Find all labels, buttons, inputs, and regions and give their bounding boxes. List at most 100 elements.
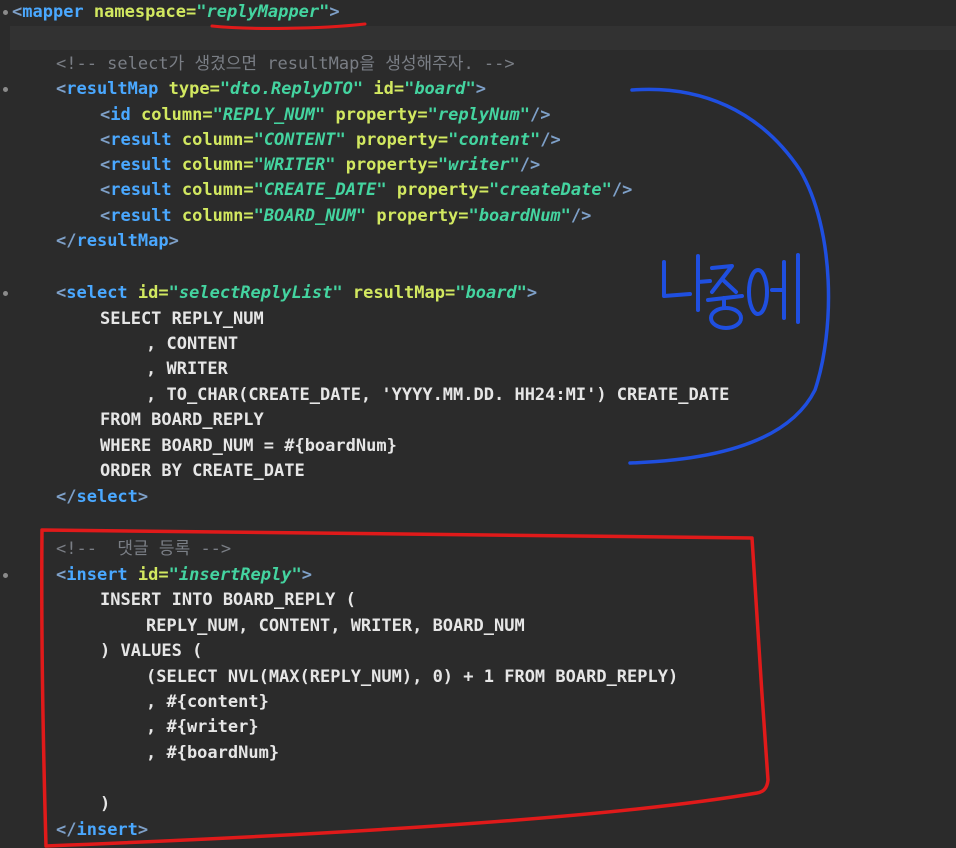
token-eq: =	[243, 155, 254, 175]
token-attr: column	[171, 180, 244, 200]
code-line-resultmap-close[interactable]: </resultMap>	[56, 229, 179, 254]
token-tag: result	[110, 155, 172, 175]
token-attr: property	[386, 180, 479, 200]
token-val: "WRITER"	[253, 155, 336, 175]
code-line-sql-p-boardnum[interactable]: , #{boardNum}	[146, 741, 279, 766]
token-sql: FROM BOARD_REPLY	[100, 410, 264, 430]
token-sql: WHERE BOARD_NUM = #{boardNum}	[100, 436, 397, 456]
code-line-sql-insert[interactable]: INSERT INTO BOARD_REPLY (	[100, 588, 356, 613]
code-line-id-line[interactable]: <id column="REPLY_NUM" property="replyNu…	[100, 103, 550, 128]
token-bracket: >	[137, 487, 149, 507]
token-val: "REPLY_NUM"	[212, 105, 326, 125]
token-eq: =	[186, 2, 197, 22]
code-line-select-open[interactable]: <select id="selectReplyList" resultMap="…	[56, 281, 537, 306]
token-attr: type	[158, 79, 210, 99]
token-val: "replyMapper"	[196, 2, 330, 22]
token-comment: <!-- select가 생겼으면 resultMap을 생성해주자. -->	[56, 54, 515, 74]
code-line-select-close[interactable]: </select>	[56, 485, 148, 510]
token-tag: result	[110, 180, 172, 200]
token-sql: SELECT REPLY_NUM	[100, 309, 264, 329]
token-bracket: >	[301, 565, 312, 585]
code-line-sql-values[interactable]: ) VALUES (	[100, 639, 202, 664]
token-sql: , CONTENT	[146, 334, 239, 354]
token-tag: resultMap	[76, 231, 169, 251]
token-val: "board"	[404, 79, 476, 99]
fold-marker-icon[interactable]	[3, 573, 8, 578]
token-bracket: <	[100, 105, 111, 125]
token-sql: , TO_CHAR(CREATE_DATE, 'YYYY.MM.DD. HH24…	[146, 385, 730, 405]
token-bracket: />	[611, 180, 633, 200]
token-bracket: </	[56, 487, 77, 507]
token-sql: , #{boardNum}	[146, 743, 280, 763]
token-sql: )	[100, 794, 111, 814]
token-bracket: <	[56, 79, 67, 99]
token-bracket: >	[475, 79, 486, 99]
token-bracket: >	[329, 2, 340, 22]
token-bracket: />	[570, 206, 592, 226]
token-eq: =	[158, 283, 169, 303]
code-line-sql-p-writer[interactable]: , #{writer}	[146, 715, 259, 740]
code-line-resultmap-open[interactable]: <resultMap type="dto.ReplyDTO" id="board…	[56, 77, 486, 102]
token-sql: , WRITER	[146, 359, 228, 379]
token-eq: =	[437, 130, 449, 150]
code-line-sql-close-paren[interactable]: )	[100, 792, 110, 817]
code-line-insert-close[interactable]: </insert>	[56, 818, 148, 843]
token-eq: =	[243, 206, 254, 226]
token-tag: insert	[76, 820, 138, 840]
code-line-comment-select[interactable]: <!-- select가 생겼으면 resultMap을 생성해주자. -->	[56, 52, 515, 77]
code-line-sql-order[interactable]: ORDER BY CREATE_DATE	[100, 459, 305, 484]
token-attr: id	[127, 283, 159, 303]
code-line-result-createdate[interactable]: <result column="CREATE_DATE" property="c…	[100, 178, 632, 203]
code-line-sql-from[interactable]: FROM BOARD_REPLY	[100, 408, 264, 433]
current-line-highlight	[10, 26, 956, 50]
token-eq: =	[209, 79, 220, 99]
token-bracket: />	[519, 155, 541, 175]
code-line-comment-insert[interactable]: <!-- 댓글 등록 -->	[56, 537, 231, 562]
code-line-sql-p-content[interactable]: , #{content}	[146, 690, 269, 715]
token-val: "CONTENT"	[253, 130, 346, 150]
token-bracket: <	[56, 565, 67, 585]
code-line-sql-where[interactable]: WHERE BOARD_NUM = #{boardNum}	[100, 434, 397, 459]
token-sql: ) VALUES (	[100, 641, 203, 661]
fold-marker-icon[interactable]	[3, 291, 8, 296]
code-line-result-writer[interactable]: <result column="WRITER" property="writer…	[100, 153, 540, 178]
code-line-mapper-open[interactable]: <mapper namespace="replyMapper">	[12, 0, 340, 25]
token-val: "replyNum"	[427, 105, 530, 125]
token-attr: property	[335, 155, 428, 175]
token-eq: =	[243, 180, 254, 200]
code-line-sql-subselect[interactable]: (SELECT NVL(MAX(REPLY_NUM), 0) + 1 FROM …	[146, 665, 678, 690]
token-eq: =	[445, 283, 456, 303]
token-val: "selectReplyList"	[168, 283, 343, 303]
token-tag: resultMap	[66, 79, 159, 99]
code-line-sql-select[interactable]: SELECT REPLY_NUM	[100, 307, 264, 332]
code-line-sql-content[interactable]: , CONTENT	[146, 332, 238, 357]
token-attr: column	[171, 206, 244, 226]
code-line-result-content[interactable]: <result column="CONTENT" property="conte…	[100, 128, 561, 153]
token-comment: <!-- 댓글 등록 -->	[56, 539, 232, 559]
token-attr: property	[345, 130, 438, 150]
token-tag: id	[110, 105, 131, 125]
token-sql: , #{writer}	[146, 717, 259, 737]
token-sql: REPLY_NUM, CONTENT, WRITER, BOARD_NUM	[146, 616, 525, 636]
token-eq: =	[417, 105, 428, 125]
code-line-sql-tochar[interactable]: , TO_CHAR(CREATE_DATE, 'YYYY.MM.DD. HH24…	[146, 383, 729, 408]
code-line-sql-cols[interactable]: REPLY_NUM, CONTENT, WRITER, BOARD_NUM	[146, 614, 525, 639]
token-eq: =	[458, 206, 469, 226]
code-line-insert-open[interactable]: <insert id="insertReply">	[56, 563, 312, 588]
token-bracket: <	[100, 180, 111, 200]
code-line-sql-writer[interactable]: , WRITER	[146, 357, 228, 382]
token-bracket: >	[168, 231, 179, 251]
code-line-result-boardnum[interactable]: <result column="BOARD_NUM" property="boa…	[100, 204, 591, 229]
token-sql: , #{content}	[146, 692, 269, 712]
code-editor[interactable]: <mapper namespace="replyMapper"> <!-- sel…	[0, 0, 956, 848]
token-eq: =	[202, 105, 213, 125]
token-tag: select	[76, 487, 138, 507]
fold-marker-icon[interactable]	[3, 10, 8, 15]
token-val: "dto.ReplyDTO"	[219, 79, 364, 99]
token-val: "createDate"	[489, 180, 612, 200]
token-eq: =	[243, 130, 254, 150]
token-val: "writer"	[437, 155, 520, 175]
token-val: "boardNum"	[468, 206, 571, 226]
fold-marker-icon[interactable]	[3, 87, 8, 92]
token-bracket: />	[540, 130, 561, 150]
